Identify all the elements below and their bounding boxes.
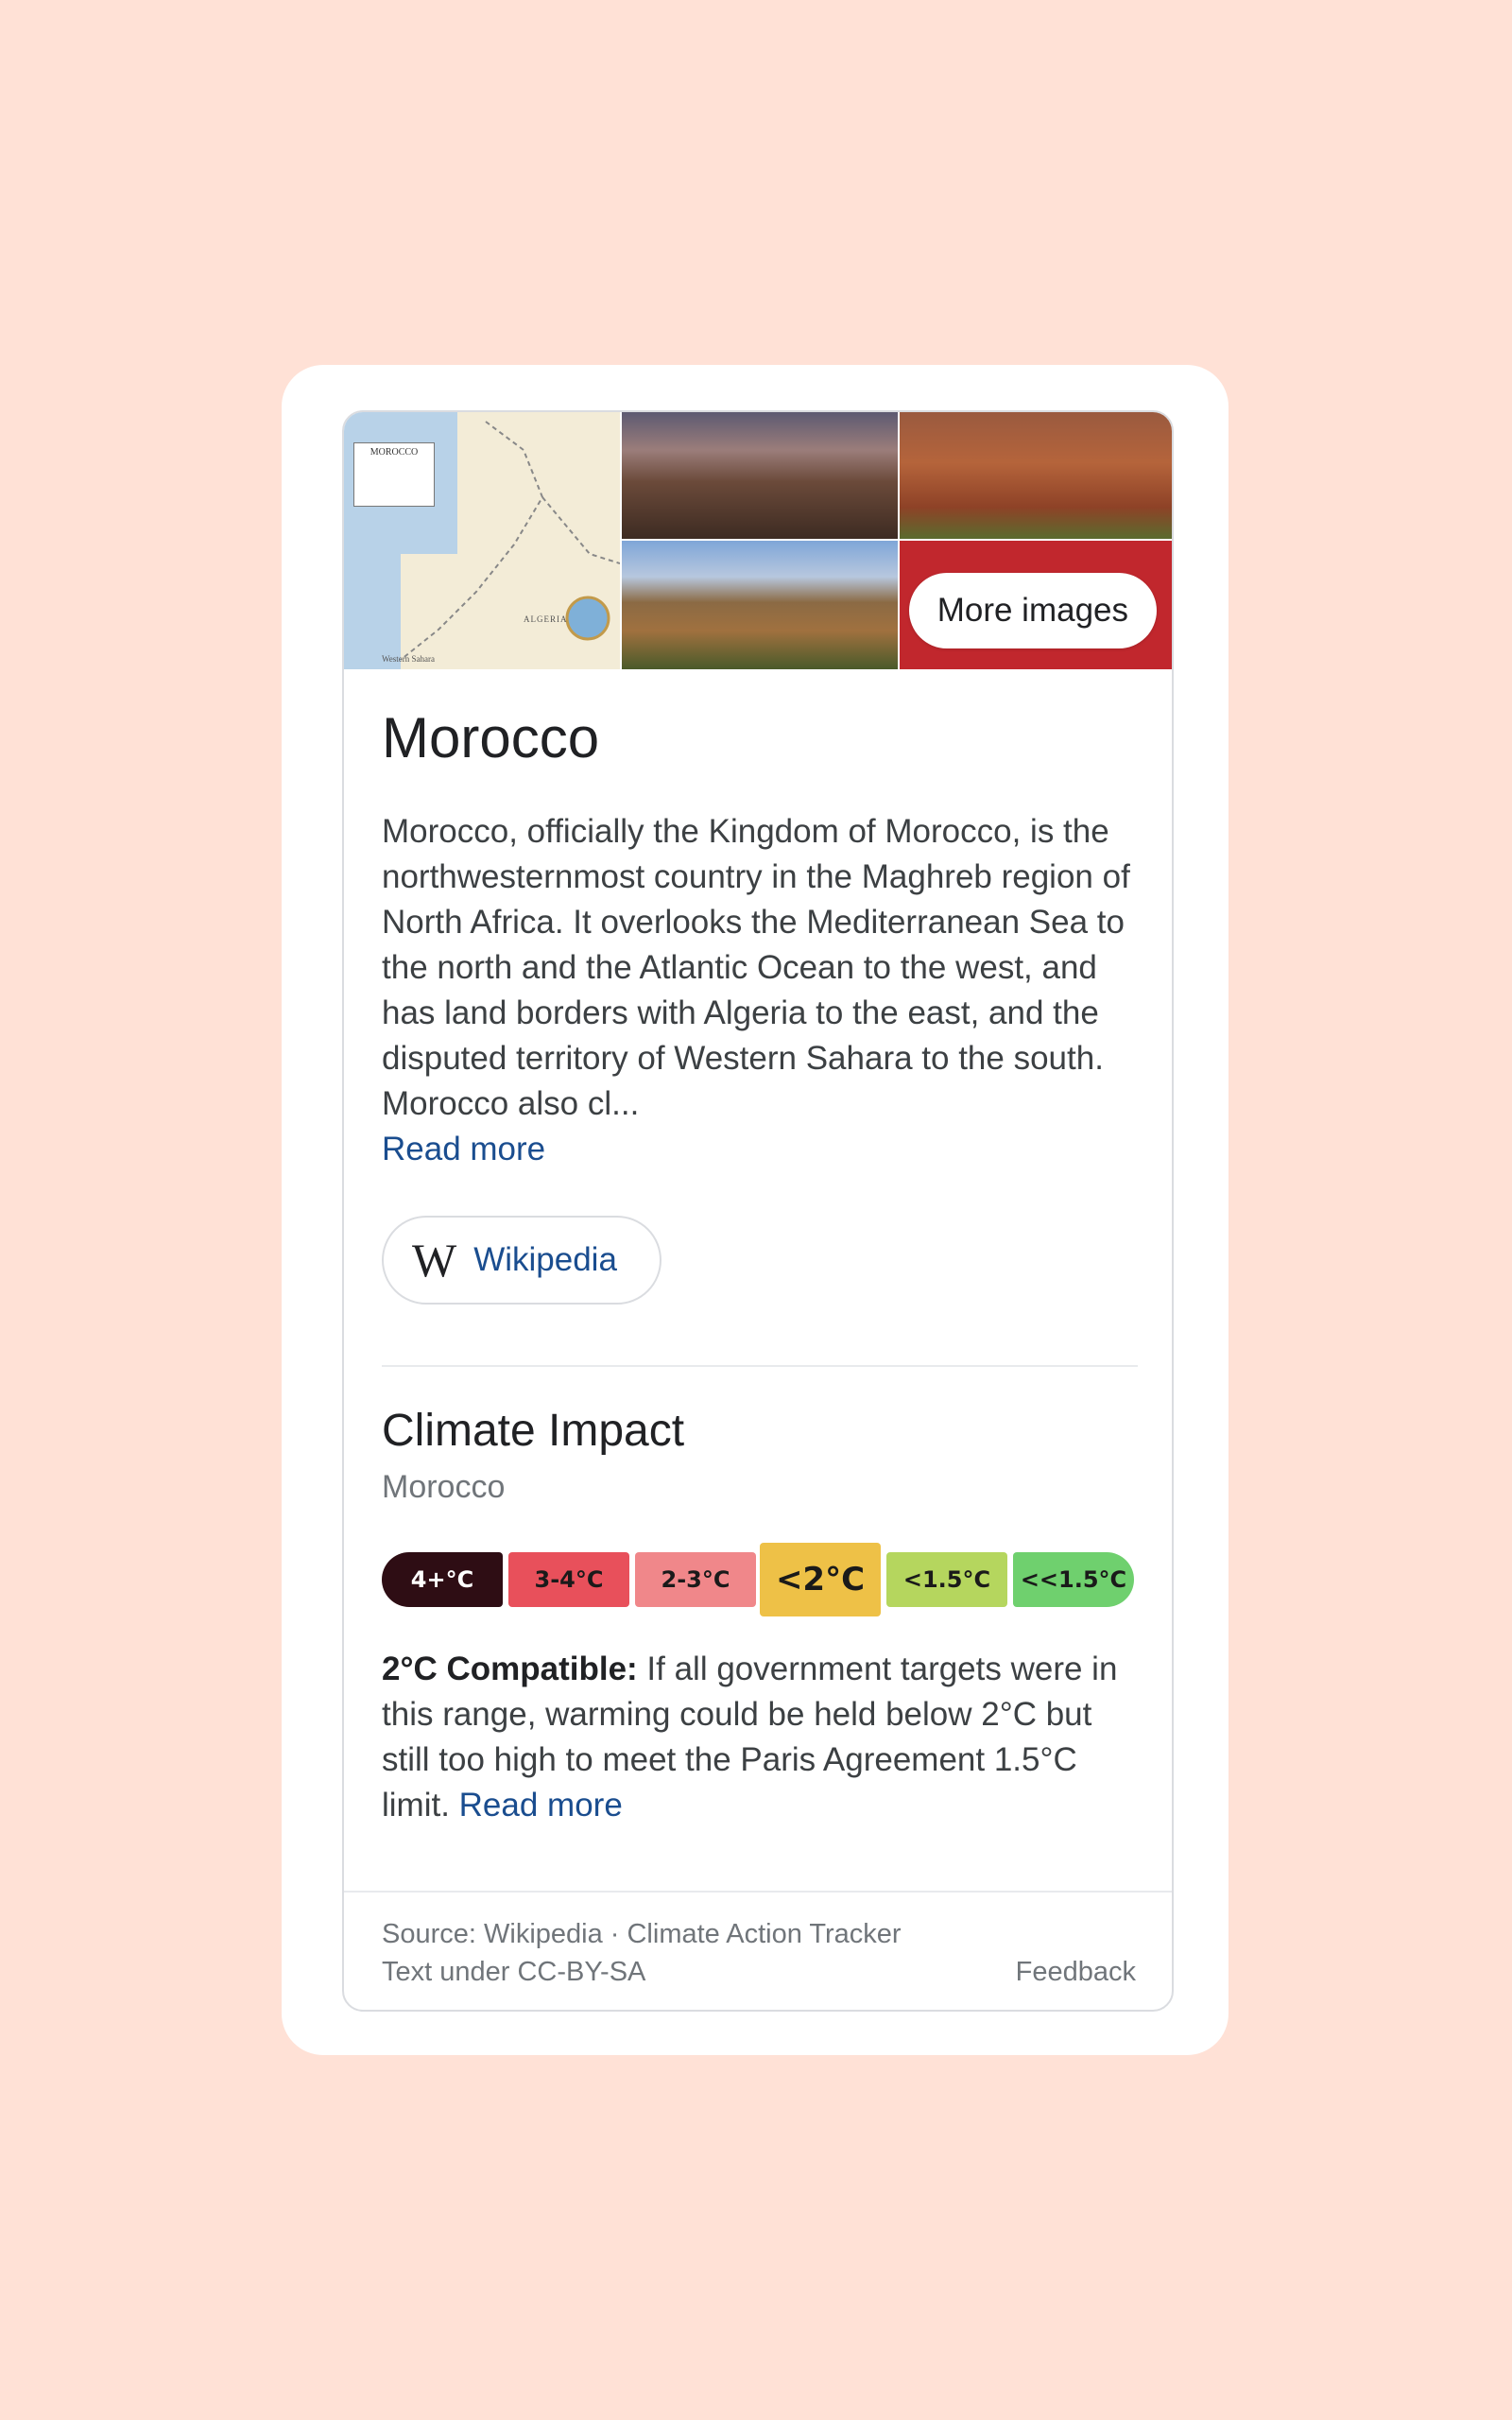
entity-description: Morocco, officially the Kingdom of Moroc…	[382, 809, 1138, 1172]
map-image[interactable]: MOROCCO ALGERIA Western Sahara	[344, 412, 620, 669]
section-divider	[382, 1365, 1138, 1367]
image-gallery[interactable]: MOROCCO ALGERIA Western Sahara More imag…	[344, 412, 1172, 669]
scale-segment-below-2-selected: <2°C	[760, 1543, 881, 1616]
scale-segment-2-3: 2-3°C	[635, 1552, 756, 1607]
map-label-algeria: ALGERIA	[524, 614, 568, 624]
scale-segment-4plus: 4+°C	[382, 1552, 503, 1607]
climate-rating-label: 2°C Compatible:	[382, 1651, 638, 1687]
scale-segment-below-1-5: <1.5°C	[886, 1552, 1007, 1607]
feedback-link[interactable]: Feedback	[1016, 1953, 1136, 1991]
climate-rating-scale: 4+°C 3-4°C 2-3°C <2°C <1.5°C <<1.5°C	[382, 1543, 1138, 1618]
description-read-more-link[interactable]: Read more	[382, 1131, 545, 1167]
climate-section-title: Climate Impact	[382, 1406, 685, 1456]
wikipedia-button[interactable]: W Wikipedia	[382, 1216, 662, 1305]
footer-divider	[344, 1891, 1172, 1893]
wikipedia-logo-icon: W	[412, 1234, 457, 1287]
climate-section-subtitle: Morocco	[382, 1469, 506, 1505]
more-images-button[interactable]: More images	[908, 573, 1157, 648]
wikipedia-button-label: Wikipedia	[473, 1241, 617, 1278]
entity-description-text: Morocco, officially the Kingdom of Moroc…	[382, 813, 1130, 1122]
climate-read-more-link[interactable]: Read more	[459, 1787, 623, 1824]
license-text: Text under CC-BY-SA	[382, 1957, 646, 1987]
knowledge-panel-container: MOROCCO ALGERIA Western Sahara More imag…	[282, 365, 1228, 2055]
entity-title: Morocco	[382, 706, 600, 769]
source-attribution: Source: Wikipedia · Climate Action Track…	[382, 1919, 902, 1949]
scale-segment-3-4: 3-4°C	[508, 1552, 629, 1607]
valley-photo[interactable]	[622, 541, 898, 669]
climate-rating-description: 2°C Compatible: If all government target…	[382, 1647, 1138, 1828]
knowledge-panel-card: MOROCCO ALGERIA Western Sahara More imag…	[342, 410, 1174, 2012]
city-photo[interactable]	[622, 412, 898, 539]
map-legend-title: MOROCCO	[369, 447, 419, 458]
kasbah-photo[interactable]	[900, 412, 1172, 539]
map-legend: MOROCCO	[353, 442, 435, 507]
map-label-western-sahara: Western Sahara	[382, 654, 435, 664]
scale-segment-well-below-1-5: <<1.5°C	[1013, 1552, 1134, 1607]
